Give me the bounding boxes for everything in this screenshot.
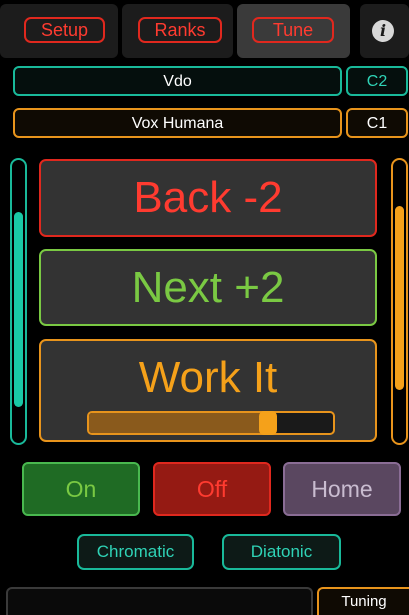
tab-ranks[interactable]: Ranks xyxy=(138,17,222,43)
tab-setup[interactable]: Setup xyxy=(24,17,105,43)
tab-tune[interactable]: Tune xyxy=(252,17,334,43)
rank-lower-label[interactable]: C1 xyxy=(346,108,408,138)
right-level-fill xyxy=(395,206,404,390)
tuning-label: Tuning xyxy=(317,587,409,615)
info-icon[interactable]: i xyxy=(372,20,394,42)
rank-lower-field[interactable]: Vox Humana xyxy=(13,108,342,138)
rank-upper-field[interactable]: Vdo xyxy=(13,66,342,96)
work-it-panel[interactable]: Work It xyxy=(39,339,377,442)
work-it-slider-thumb[interactable] xyxy=(259,411,277,435)
left-level-meter[interactable] xyxy=(10,158,27,445)
next-button[interactable]: Next +2 xyxy=(39,249,377,326)
right-level-meter[interactable] xyxy=(391,158,408,445)
work-it-slider[interactable] xyxy=(87,411,335,435)
off-button[interactable]: Off xyxy=(153,462,271,516)
diatonic-button[interactable]: Diatonic xyxy=(222,534,341,570)
work-it-slider-fill xyxy=(89,413,270,433)
tuning-field[interactable] xyxy=(6,587,313,615)
back-button[interactable]: Back -2 xyxy=(39,159,377,237)
home-button[interactable]: Home xyxy=(283,462,401,516)
work-it-label: Work It xyxy=(138,353,278,402)
rank-upper-label[interactable]: C2 xyxy=(346,66,408,96)
left-level-fill xyxy=(14,212,23,407)
chromatic-button[interactable]: Chromatic xyxy=(77,534,194,570)
on-button[interactable]: On xyxy=(22,462,140,516)
